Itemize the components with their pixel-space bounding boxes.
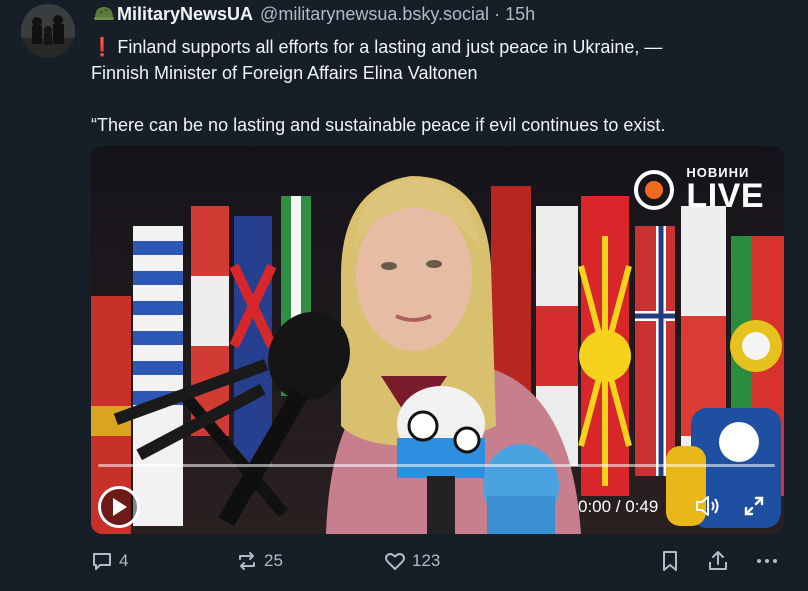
- helmet-icon: [94, 7, 114, 20]
- post-line-3: “There can be no lasting and sustainable…: [91, 115, 666, 135]
- post-header: MilitaryNewsUA @militarynewsua.bsky.soci…: [93, 3, 535, 25]
- reply-button[interactable]: 4: [91, 550, 128, 572]
- bookmark-icon: [663, 551, 677, 571]
- repost-icon: [239, 552, 255, 570]
- reply-icon: [93, 553, 111, 570]
- post-line-1: ❗ Finland supports all efforts for a last…: [91, 37, 663, 57]
- post-actions: 4 25 123: [0, 550, 808, 578]
- exclamation-icon: ❗: [91, 37, 114, 57]
- live-badge: НОВИНИ LIVE: [634, 166, 764, 213]
- post-text: ❗ Finland supports all efforts for a last…: [91, 34, 791, 138]
- live-record-icon: [634, 169, 675, 210]
- video-progress-bar[interactable]: [98, 464, 775, 467]
- more-icon: [757, 559, 777, 563]
- live-dot: [645, 180, 664, 199]
- volume-icon[interactable]: [695, 494, 721, 518]
- post-time[interactable]: 15h: [505, 4, 535, 25]
- display-name[interactable]: MilitaryNewsUA: [117, 4, 253, 25]
- reply-count: 4: [119, 551, 129, 570]
- separator: ·: [494, 3, 501, 24]
- repost-count: 25: [264, 551, 283, 570]
- post-line-2: Finnish Minister of Foreign Affairs Elin…: [91, 63, 478, 83]
- share-button[interactable]: [707, 550, 735, 572]
- bookmark-button[interactable]: [660, 550, 686, 572]
- like-button[interactable]: 123: [384, 550, 440, 572]
- video-time: 0:00 / 0:49: [578, 497, 659, 516]
- more-options-button[interactable]: [755, 550, 785, 572]
- handle[interactable]: @militarynewsua.bsky.social: [260, 4, 489, 25]
- share-icon: [709, 551, 727, 570]
- play-icon: [113, 498, 127, 516]
- like-icon: [385, 553, 405, 570]
- avatar[interactable]: [21, 4, 75, 58]
- fullscreen-icon[interactable]: [743, 495, 765, 517]
- play-button[interactable]: [98, 486, 140, 528]
- like-count: 123: [412, 551, 441, 570]
- repost-button[interactable]: 25: [236, 550, 283, 572]
- live-badge-big: LIVE: [686, 177, 764, 215]
- video-player[interactable]: НОВИНИ LIVE 0:00 / 0:49: [91, 146, 784, 534]
